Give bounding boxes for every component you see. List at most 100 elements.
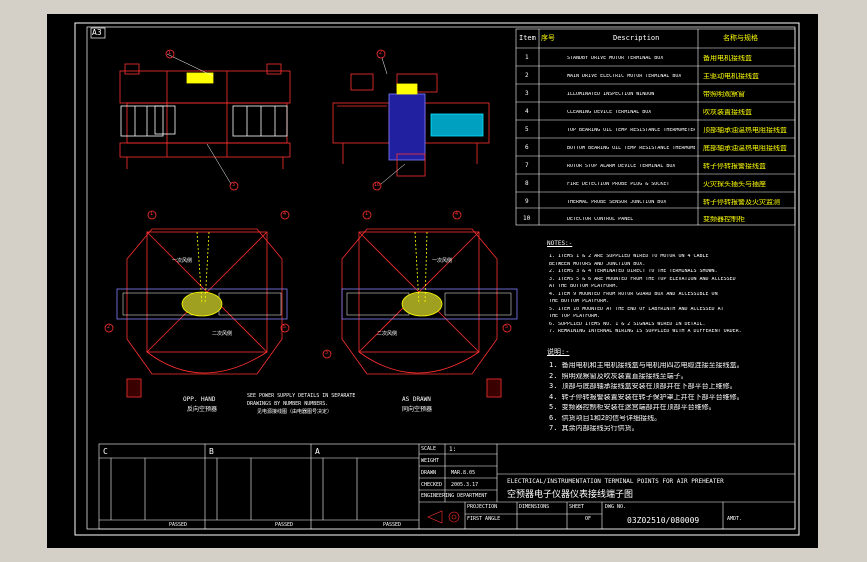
zone-c: C — [103, 447, 108, 456]
header-name-cn: 名称与规格 — [723, 34, 758, 42]
passed-c: PASSED — [169, 522, 188, 528]
elevation-view-left — [119, 53, 291, 185]
parts-row-name-cn: 备用电机接线盒 — [703, 55, 752, 62]
notes-en-line: THE TOP PLATFORM. — [549, 314, 601, 319]
notes-cn-line: 2. 照明观察窗及吹灰装置直接接线至端子。 — [549, 372, 688, 380]
sheet-size: A3 — [92, 28, 102, 37]
parts-row-number: 3 — [525, 90, 529, 97]
notes-cn-line: 1. 备用电机和主电机接线盒与电机用四芯电缆连接至接线盒。 — [549, 362, 744, 369]
parts-row-name-cn: 顶部轴承油温热电阻接线盒 — [703, 127, 787, 134]
parts-row-name-cn: 转子停转报警接线盒 — [703, 163, 766, 170]
plan-view-left — [116, 228, 288, 398]
plan-view-right — [341, 228, 518, 398]
sheet-of: OF — [585, 516, 592, 522]
notes-en-line: 3. ITEMS 5 & 6 ARE MOUNTED FROM THE TOP … — [549, 276, 736, 282]
notes-en-line: BETWEEN MOTORS AND JUNCTION BOX. — [549, 261, 646, 267]
passed-a: PASSED — [383, 522, 402, 528]
parts-row-number: 10 — [523, 215, 531, 222]
callout-top-right: 2 — [379, 50, 383, 56]
notes-en-title: NOTES:- — [547, 240, 573, 247]
inner-label-right: 二次风侧 — [377, 331, 398, 337]
notes-en-line: 2. ITEMS 3 & 4 TERMINATED DIRECT TO THE … — [549, 269, 718, 274]
drawing-canvas: A3 Item 序号 Description 名称与规格 1 STANDBY DR… — [47, 14, 818, 548]
callout-plan-left-2: 2 — [107, 324, 111, 330]
parts-row-description: ROTOR STOP ALARM DEVICE TERMINAL BOX — [567, 164, 676, 169]
date-1: MAR.8.05 — [451, 470, 476, 476]
notes-en-line: AT THE BOTTOM PLATFORM. — [549, 284, 619, 289]
inner-label-left: 二次风侧 — [212, 331, 233, 337]
notes-en-line: 1. ITEMS 1 & 2 ARE SUPPLIED WIRED TO MOT… — [549, 254, 709, 259]
notes-en-line: 4. ITEM 9 MOUNTED FROM ROTOR GUARD BOX A… — [549, 291, 718, 297]
parts-row-description: ILLUMINATED INSPECTION WINDOW — [567, 92, 655, 97]
view-label-left-en: OPP. HAND — [183, 396, 216, 403]
zone-b: B — [209, 447, 214, 456]
dimensions-label: DIMENSIONS — [519, 504, 550, 510]
parts-row-description: FIRE DETECTION PROBE PLUG & SOCKET — [567, 182, 670, 187]
amdt-label: AMDT. — [727, 516, 743, 522]
scale-label: SCALE — [421, 446, 437, 452]
checked-label: CHECKED — [421, 482, 443, 488]
parts-row-number: 8 — [525, 180, 529, 187]
first-angle-label: FIRST ANGLE — [467, 516, 501, 522]
elevation-view-right — [332, 57, 490, 185]
view-label-right-cn: 同向空预器 — [402, 406, 433, 413]
side-label-left: 一次风侧 — [172, 258, 193, 264]
parts-row-name-cn: 带照明观察窗 — [703, 91, 745, 98]
parts-row-description: TOP BEARING OIL TEMP RESISTANCE THERMOME… — [567, 128, 695, 133]
projection-symbol — [427, 510, 460, 524]
parts-row-description: DETECTOR CONTROL PANEL — [567, 217, 634, 222]
parts-row-number: 2 — [525, 72, 529, 79]
view-label-right-en: AS DRAWN — [402, 396, 431, 403]
parts-row-description: MAIN DRIVE ELECTRIC MOTOR TERMINAL BOX — [567, 74, 682, 79]
callout-plan-right-3: 3 — [325, 350, 329, 356]
department: ENGINEERING DEPARTMENT — [421, 493, 488, 499]
projection-label: PROJECTION — [467, 504, 498, 510]
parts-row-description: THERMAL PROBE SENSOR JUNCTION BOX — [567, 200, 667, 205]
parts-row-number: 1 — [525, 54, 529, 61]
notes-en-line: 5. ITEM 10 MOUNTED AT THE END OF LABYRIN… — [549, 306, 724, 312]
callout-top-left-bottom: 3 — [232, 182, 236, 188]
drawn-label: DRAWN — [421, 470, 437, 476]
parts-row-number: 9 — [525, 198, 529, 205]
passed-b: PASSED — [275, 522, 294, 528]
center-note-en-2: DRAWINGS BY NUMBER NUMBERS. — [247, 401, 329, 407]
center-note-en-1: SEE POWER SUPPLY DETAILS IN SEPARATE — [247, 393, 356, 399]
notes-en-line: 6. SUPPLIED ITEMS NO. 1 & 2 SIGNALS WIRE… — [549, 321, 706, 327]
parts-row-number: 5 — [525, 126, 529, 133]
zone-a: A — [315, 447, 320, 456]
sheet-label: SHEET — [569, 504, 585, 510]
parts-row-name-cn: 主驱动电机接线盒 — [703, 73, 759, 80]
notes-en-line: 7. REMAINING INTERNAL WIRING IS SUPPLIED… — [549, 329, 742, 334]
view-label-left-cn: 反向空预器 — [187, 406, 218, 413]
header-description: Description — [613, 34, 660, 42]
weight-label: WEIGHT — [421, 458, 440, 464]
callout-plan-left-1: 1 — [150, 211, 154, 217]
parts-row-number: 4 — [525, 108, 529, 115]
drawing-title-cn: 空预器电子仪器仪表接线端子图 — [507, 490, 634, 500]
parts-row-description: BOTTOM BEARING OIL TEMP RESISTANCE THERM… — [567, 146, 695, 151]
notes-cn-line: 6. 供货项目1和2的信号详细接线。 — [549, 414, 662, 422]
notes-en-line: THE BOTTOM PLATFORM. — [549, 299, 610, 304]
callout-plan-right-4: 4 — [455, 211, 459, 217]
drawing-title-en: ELECTRICAL/INSTRUMENTATION TERMINAL POIN… — [507, 478, 724, 485]
callout-plan-right-5: 5 — [505, 324, 509, 330]
parts-row-name-cn: 火灾探头插头与插座 — [703, 181, 766, 188]
parts-row-number: 6 — [525, 144, 529, 151]
drawing-number: 03Z02510/080009 — [627, 516, 700, 525]
callout-plan-left-5: 5 — [283, 324, 287, 330]
callout-top-right-bottom: 10 — [374, 182, 381, 188]
notes-cn-line: 4. 转子停转报警装置安装在转子保护罩上并在下部平台维修。 — [549, 393, 744, 401]
callout-top-left: 1 — [168, 50, 172, 56]
header-item: Item — [519, 34, 536, 42]
parts-row-name-cn: 底部轴承油温热电阻接线盒 — [703, 145, 787, 152]
notes-cn-title: 说明:- — [547, 348, 570, 356]
callout-plan-left-4: 4 — [283, 211, 287, 217]
header-item-cn: 序号 — [541, 34, 555, 42]
callout-plan-right-1: 1 — [365, 211, 369, 217]
scale-value: 1: — [449, 446, 457, 453]
parts-row-name-cn: 吹灰装置接线盒 — [703, 109, 752, 116]
date-2: 2005.3.17 — [451, 482, 479, 488]
notes-cn-line: 7. 其余内部接线另行供货。 — [549, 425, 639, 432]
side-label-right: 一次风侧 — [432, 258, 453, 264]
parts-row-description: STANDBY DRIVE MOTOR TERMINAL BOX — [567, 56, 664, 61]
